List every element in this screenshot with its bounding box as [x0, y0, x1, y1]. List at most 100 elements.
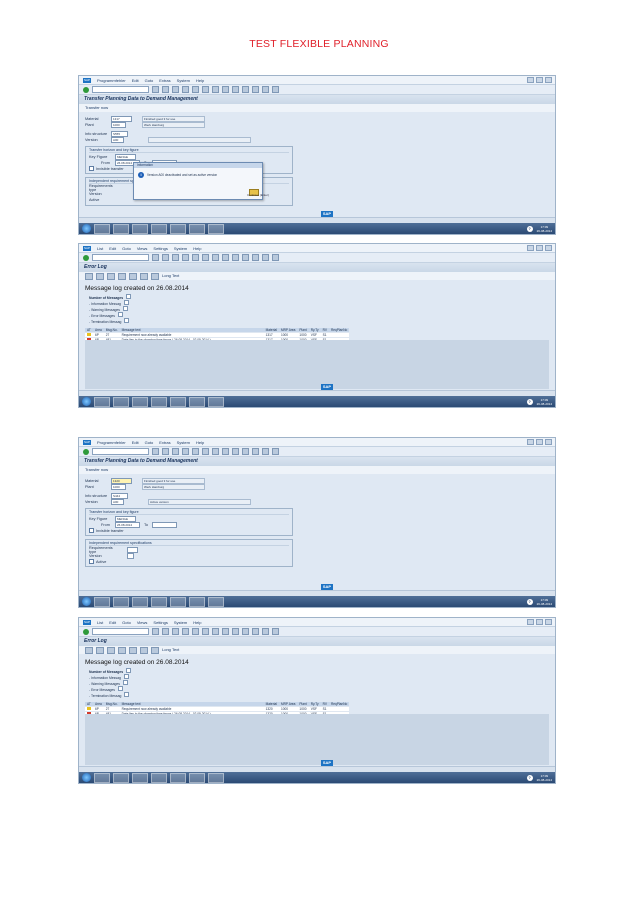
first-page-icon[interactable]: [222, 86, 229, 93]
minimize-button[interactable]: [527, 619, 534, 625]
maximize-button[interactable]: [536, 439, 543, 445]
menu-item[interactable]: Goto: [145, 78, 154, 83]
cancel-icon[interactable]: [182, 448, 189, 455]
maximize-button[interactable]: [536, 77, 543, 83]
menu-item[interactable]: Help: [193, 246, 201, 251]
taskbar-app-icon[interactable]: [151, 596, 167, 607]
column-header[interactable]: Material: [263, 328, 279, 333]
menu-item[interactable]: Views: [137, 620, 148, 625]
save-icon[interactable]: [152, 628, 159, 635]
taskbar-app-icon[interactable]: [132, 396, 148, 407]
taskbar-app-icon[interactable]: [189, 223, 205, 234]
last-page-icon[interactable]: [252, 86, 259, 93]
help-icon[interactable]: [272, 628, 279, 635]
save-icon[interactable]: [152, 448, 159, 455]
menu-item[interactable]: Settings: [153, 246, 167, 251]
print-icon[interactable]: [192, 86, 199, 93]
taskbar-app-icon[interactable]: [151, 396, 167, 407]
taskbar-app-icon[interactable]: [94, 772, 110, 783]
sap-menu-icon[interactable]: SAP: [83, 619, 91, 625]
taskbar-app-icon[interactable]: [132, 772, 148, 783]
print-icon[interactable]: [192, 254, 199, 261]
long-text-button[interactable]: Long Text: [162, 272, 179, 280]
start-button-icon[interactable]: [82, 397, 91, 406]
find-icon[interactable]: [202, 254, 209, 261]
plant-input[interactable]: 1000: [111, 484, 126, 490]
taskbar-app-icon[interactable]: [208, 772, 224, 783]
new-session-icon[interactable]: [262, 254, 269, 261]
first-page-icon[interactable]: [222, 254, 229, 261]
find-next-icon[interactable]: [212, 628, 219, 635]
taskbar-app-icon[interactable]: [113, 772, 129, 783]
help-icon[interactable]: ?: [526, 398, 533, 405]
sap-menu-icon[interactable]: SAP: [83, 439, 91, 445]
command-field[interactable]: [92, 254, 149, 261]
next-page-icon[interactable]: [242, 254, 249, 261]
menu-item[interactable]: Extras: [159, 78, 170, 83]
menu-item[interactable]: Edit: [132, 78, 139, 83]
layout-icon[interactable]: [140, 646, 148, 654]
column-header[interactable]: Ry.Ty: [308, 328, 321, 333]
back-icon[interactable]: [162, 86, 169, 93]
column-header[interactable]: Ry.Ty: [308, 702, 321, 707]
close-button[interactable]: [545, 245, 552, 251]
cancel-icon[interactable]: [182, 628, 189, 635]
req-version-input[interactable]: [127, 553, 134, 559]
first-page-icon[interactable]: [222, 448, 229, 455]
new-session-icon[interactable]: [262, 86, 269, 93]
taskbar-app-icon[interactable]: [94, 596, 110, 607]
command-field[interactable]: [92, 86, 149, 93]
taskbar-app-icon[interactable]: [189, 396, 205, 407]
help-icon[interactable]: [272, 86, 279, 93]
column-header[interactable]: Plant: [297, 702, 309, 707]
column-header[interactable]: Msg.No.: [103, 328, 120, 333]
back-icon[interactable]: [162, 448, 169, 455]
menu-item[interactable]: Help: [196, 78, 204, 83]
menu-item[interactable]: System: [174, 620, 187, 625]
cancel-icon[interactable]: [182, 86, 189, 93]
prev-page-icon[interactable]: [232, 254, 239, 261]
menu-item[interactable]: Goto: [122, 620, 131, 625]
menu-item[interactable]: Programmfehler: [97, 78, 126, 83]
command-field[interactable]: [92, 628, 149, 635]
taskbar-app-icon[interactable]: [94, 223, 110, 234]
taskbar-app-icon[interactable]: [151, 772, 167, 783]
minimize-button[interactable]: [527, 245, 534, 251]
plant-input[interactable]: 1000: [111, 122, 126, 128]
start-button-icon[interactable]: [82, 773, 91, 782]
enter-icon[interactable]: [83, 254, 89, 261]
new-session-icon[interactable]: [262, 628, 269, 635]
cancel-icon[interactable]: [182, 254, 189, 261]
taskbar-app-icon[interactable]: [170, 772, 186, 783]
sort-icon[interactable]: [107, 272, 115, 280]
sap-menu-icon[interactable]: SAP: [83, 245, 91, 251]
taskbar-app-icon[interactable]: [113, 396, 129, 407]
sap-menu-icon[interactable]: SAP: [83, 77, 91, 83]
version-input[interactable]: A00: [111, 137, 124, 143]
new-session-icon[interactable]: [262, 448, 269, 455]
column-header[interactable]: Plant: [297, 328, 309, 333]
enter-icon[interactable]: [83, 448, 89, 455]
enter-icon[interactable]: [83, 628, 89, 635]
menu-item[interactable]: Goto: [145, 440, 154, 445]
prev-page-icon[interactable]: [232, 448, 239, 455]
menu-item[interactable]: Help: [196, 440, 204, 445]
menu-item[interactable]: List: [97, 246, 103, 251]
taskbar-app-icon[interactable]: [189, 772, 205, 783]
exit-icon[interactable]: [172, 628, 179, 635]
print-icon[interactable]: [192, 448, 199, 455]
find-icon[interactable]: [202, 86, 209, 93]
taskbar-app-icon[interactable]: [113, 596, 129, 607]
transfer-now-button[interactable]: Transfer now: [85, 466, 108, 474]
menu-item[interactable]: System: [174, 246, 187, 251]
print-icon[interactable]: [192, 628, 199, 635]
sort-icon[interactable]: [107, 646, 115, 654]
taskbar-app-icon[interactable]: [189, 596, 205, 607]
column-header[interactable]: ReqPlanNo: [328, 328, 350, 333]
next-page-icon[interactable]: [242, 86, 249, 93]
taskbar-app-icon[interactable]: [208, 596, 224, 607]
close-button[interactable]: [545, 619, 552, 625]
back-icon[interactable]: [162, 254, 169, 261]
prev-page-icon[interactable]: [232, 86, 239, 93]
menu-item[interactable]: Edit: [109, 620, 116, 625]
